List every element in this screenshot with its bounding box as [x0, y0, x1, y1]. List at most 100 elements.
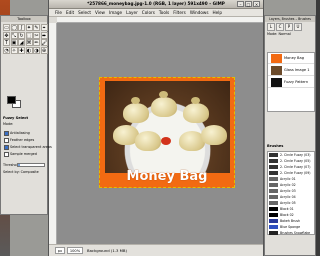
checkbox-label: Select transparent areas [10, 145, 52, 149]
checkbox-label: Antialiasing [10, 131, 30, 135]
tab-layers[interactable]: L [267, 23, 275, 31]
toolbox-title[interactable]: Toolbox [1, 16, 47, 22]
close-button[interactable]: × [253, 1, 260, 7]
sample-merged-checkbox[interactable]: Sample merged [4, 151, 42, 157]
brush-swatch [269, 207, 278, 211]
menu-tools[interactable]: Tools [159, 10, 169, 15]
select-transparent-checkbox[interactable]: Select transparent areas [4, 144, 52, 150]
layer-row[interactable]: Fuzzy Pattern [268, 77, 314, 88]
layer-name: Money Bag [284, 56, 305, 60]
status-message: Background (1.3 MB) [87, 248, 127, 253]
menu-colors[interactable]: Colors [142, 10, 155, 15]
checkbox-unchecked-icon [4, 137, 9, 143]
tab-undo[interactable]: U [294, 23, 302, 31]
sauce-bowl [161, 137, 171, 145]
menu-image[interactable]: Image [109, 10, 122, 15]
zoom-select[interactable]: 100% [67, 247, 83, 254]
dodge-burn-tool-icon[interactable]: ◐ [25, 46, 33, 54]
dock-title[interactable]: Layers, Brushes – Brushes [265, 16, 315, 22]
bucket-fill-tool-icon[interactable]: ▣ [10, 39, 18, 46]
paintbrush-tool-icon[interactable]: 🖌 [40, 39, 48, 46]
menu-windows[interactable]: Windows [190, 10, 209, 15]
menu-view[interactable]: View [95, 10, 105, 15]
checkbox-label: Sample merged [10, 152, 37, 156]
layer-row[interactable]: Glass Image 1 [268, 65, 314, 76]
menu-layer[interactable]: Layer [126, 10, 138, 15]
tab-channels[interactable]: C [276, 23, 284, 31]
menu-edit[interactable]: Edit [66, 10, 74, 15]
smudge-tool-icon[interactable]: ◑ [33, 46, 40, 54]
pencil-tool-icon[interactable]: ✏ [33, 39, 40, 46]
foreground-color-swatch[interactable] [7, 96, 16, 104]
scissors-tool-icon[interactable]: ✂ [33, 31, 40, 39]
dumpling [183, 103, 209, 123]
brush-item[interactable]: Brushes Snowflake [268, 230, 314, 236]
brush-swatch [269, 231, 278, 235]
measure-tool-icon[interactable]: ⊕ [40, 46, 48, 54]
image-canvas[interactable]: Money Bag [99, 77, 235, 188]
brush-swatch [269, 171, 278, 175]
layer-thumbnail [271, 54, 282, 63]
layer-name: Fuzzy Pattern [284, 80, 309, 84]
unit-select[interactable]: px [55, 247, 65, 254]
dumpling [123, 103, 149, 123]
layer-name: Glass Image 1 [284, 68, 310, 72]
threshold-slider[interactable] [17, 163, 45, 167]
perspective-tool-icon[interactable]: ⌘ [25, 39, 33, 46]
desktop-background-right [316, 0, 320, 256]
brush-name: Brushes Snowflake [280, 231, 311, 235]
blend-tool-icon[interactable]: ◢ [18, 39, 25, 46]
airbrush-tool-icon[interactable]: ✧ [10, 46, 18, 54]
menu-help[interactable]: Help [213, 10, 223, 15]
dumpling-photo [105, 81, 230, 173]
layer-row[interactable]: Money Bag [268, 53, 314, 64]
paths-tool-icon[interactable]: ✎ [33, 24, 40, 31]
dumpling [135, 131, 161, 151]
layer-thumbnail [271, 66, 282, 75]
tab-paths[interactable]: P [285, 23, 293, 31]
minimize-button[interactable]: – [237, 1, 244, 7]
checkbox-label: Feather edges [10, 138, 35, 142]
color-picker-tool-icon[interactable]: ⌖ [40, 24, 48, 31]
text-tool-icon[interactable]: T [3, 39, 10, 46]
brushes-list: 2. Circle Fuzzy (03) 2. Circle Fuzzy (05)… [267, 151, 315, 235]
layers-list: Money Bag Glass Image 1 Fuzzy Pattern [267, 52, 315, 112]
move-tool-icon[interactable]: ✥ [3, 31, 10, 39]
layer-mode-dropdown[interactable]: Mode: Normal [267, 32, 291, 36]
brush-swatch [269, 153, 278, 157]
checkbox-checked-icon [4, 130, 9, 136]
brush-swatch [269, 177, 278, 181]
checkbox-unchecked-icon [4, 151, 9, 157]
window-title: *257866_moneybag.jpg-1.0 (RGB, 1 layer) … [87, 1, 225, 6]
brush-swatch [269, 225, 278, 229]
brushes-heading: Brushes [267, 144, 284, 148]
fuzzy-select-tool-icon[interactable]: ✦ [25, 24, 33, 31]
brush-swatch [269, 183, 278, 187]
ellipse-select-tool-icon[interactable]: ◯ [10, 24, 18, 31]
maximize-button[interactable]: □ [245, 1, 252, 7]
rotate-tool-icon[interactable]: ↻ [18, 31, 25, 39]
toolbox-window: Toolbox ▭ ◯ ʃ ✦ ✎ ⌖ ✥ ⤡ ↻ ⬚ ✂ ⬌ T ▣ ◢ ⌘ … [0, 15, 52, 215]
brush-swatch [269, 159, 278, 163]
menu-file[interactable]: File [55, 10, 62, 15]
free-select-tool-icon[interactable]: ʃ [18, 24, 25, 31]
clone-tool-icon[interactable]: ✚ [18, 46, 25, 54]
threshold-slider-fill [18, 164, 20, 166]
scale-tool-icon[interactable]: ⤡ [10, 31, 18, 39]
layers-dock: Layers, Brushes – Brushes L C P U Mode: … [264, 15, 316, 256]
eraser-tool-icon[interactable]: ◔ [3, 46, 10, 54]
brush-swatch [269, 165, 278, 169]
image-caption: Money Bag [126, 169, 208, 184]
antialiasing-checkbox[interactable]: Antialiasing [4, 130, 42, 136]
title-bar[interactable]: *257866_moneybag.jpg-1.0 (RGB, 1 layer) … [49, 0, 263, 9]
menu-select[interactable]: Select [78, 10, 91, 15]
menu-filters[interactable]: Filters [173, 10, 186, 15]
select-by-dropdown[interactable]: Select by: Composite [3, 170, 39, 174]
feather-edges-checkbox[interactable]: Feather edges [4, 137, 42, 143]
crop-tool-icon[interactable]: ⬚ [25, 31, 33, 39]
brush-swatch [269, 201, 278, 205]
vertical-ruler[interactable] [49, 23, 57, 244]
rect-select-tool-icon[interactable]: ▭ [3, 24, 10, 31]
flip-tool-icon[interactable]: ⬌ [40, 31, 48, 39]
tool-mode-label: Mode: [3, 122, 14, 126]
